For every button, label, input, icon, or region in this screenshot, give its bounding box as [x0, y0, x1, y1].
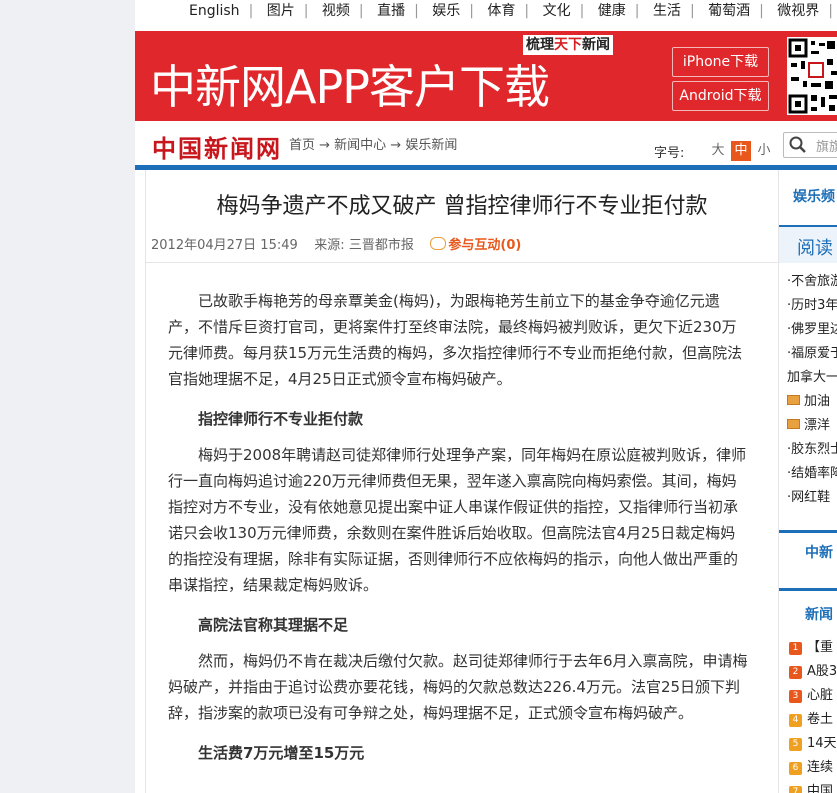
comment-icon: [430, 237, 447, 250]
list-item[interactable]: ·历时3年: [787, 294, 837, 318]
nav-culture[interactable]: 文化: [534, 0, 580, 20]
nav-life[interactable]: 生活: [644, 0, 690, 20]
list-item[interactable]: ·结婚率降: [787, 462, 837, 486]
right-sidebar: 娱乐频 阅读 ·不舍旅游 ·历时3年 ·佛罗里达 ·福原爱于 加拿大一 加油 漂…: [779, 170, 837, 793]
block-title-3[interactable]: 新闻: [805, 604, 833, 624]
article-date: 2012年04月27日 15:49: [151, 238, 298, 253]
header-row: 中国新闻网 首页 → 新闻中心 → 娱乐新闻 字号: 大 中 小 旗旗: [135, 121, 837, 165]
iphone-download-button[interactable]: iPhone下载: [672, 47, 769, 77]
reading-title: 阅读: [797, 238, 833, 259]
ranked-item[interactable]: 6 连续: [789, 756, 837, 780]
reading-block-header: 阅读: [779, 225, 837, 263]
rank-badge: 2: [789, 666, 802, 679]
article-title: 梅妈争遗产不成又破产 曾指控律师行不专业拒付款: [216, 194, 708, 219]
nav-english[interactable]: English: [180, 3, 249, 19]
article-meta: 2012年04月27日 15:49 来源: 三晋都市报 参与互动(0): [151, 234, 521, 253]
news-ranking: 1 【重 2 A股3 3 心脏 4 卷土 5 14天 6 连续 7 中国: [779, 636, 837, 793]
section-heading: 指控律师行不专业拒付款: [198, 410, 364, 428]
article-body: 已故歌手梅艳芳的母亲覃美金(梅妈)，为跟梅艳芳生前立下的基金争夺逾亿元遗产，不惜…: [168, 288, 748, 776]
nav-entertainment[interactable]: 娱乐: [423, 0, 469, 20]
list-item[interactable]: 加油: [787, 390, 837, 414]
ranked-item[interactable]: 1 【重: [789, 636, 837, 660]
font-size-label: 字号:: [654, 146, 685, 161]
rank-badge: 3: [789, 690, 802, 703]
left-margin: [0, 0, 135, 793]
article-column: 梅妈争遗产不成又破产 曾指控律师行不专业拒付款 2012年04月27日 15:4…: [145, 170, 779, 793]
mail-icon: [787, 395, 800, 405]
search-input[interactable]: 旗旗: [783, 132, 837, 158]
banner-slogan: 梳理天下新闻: [523, 35, 613, 55]
list-item[interactable]: ·网红鞋: [787, 486, 837, 510]
nav-sports[interactable]: 体育: [478, 0, 524, 20]
ranked-item[interactable]: 3 心脏: [789, 684, 837, 708]
article-source[interactable]: 三晋都市报: [349, 238, 414, 253]
search-icon[interactable]: [788, 135, 808, 155]
top-navigation: English | 图片 | 视频 | 直播 | 娱乐 | 体育 | 文化 | 健康 | 生活 |…: [180, 0, 837, 20]
breadcrumb[interactable]: 首页 → 新闻中心 → 娱乐新闻: [289, 134, 457, 153]
list-item[interactable]: ·胶东烈士: [787, 438, 837, 462]
qr-code-icon: [787, 37, 837, 115]
sidebar-divider: [779, 588, 837, 591]
paragraph: 然而，梅妈仍不肯在裁决后缴付欠款。赵司徒郑律师行于去年6月入禀高院，申请梅妈破产…: [168, 652, 748, 722]
channel-title[interactable]: 娱乐频: [793, 186, 835, 206]
section-heading: 生活费7万元增至15万元: [198, 744, 365, 762]
ranked-item[interactable]: 4 卷土: [789, 708, 837, 732]
list-item[interactable]: 加拿大一: [787, 366, 837, 390]
paragraph: 已故歌手梅艳芳的母亲覃美金(梅妈)，为跟梅艳芳生前立下的基金争夺逾亿元遗产，不惜…: [168, 292, 743, 388]
rank-badge: 7: [789, 786, 802, 793]
android-download-button[interactable]: Android下载: [672, 81, 769, 111]
nav-live[interactable]: 直播: [368, 0, 414, 20]
list-item[interactable]: ·不舍旅游: [787, 270, 837, 294]
nav-health[interactable]: 健康: [589, 0, 635, 20]
ranked-item[interactable]: 7 中国: [789, 780, 837, 793]
rank-badge: 6: [789, 762, 802, 775]
font-size-medium[interactable]: 中: [731, 141, 751, 161]
nav-microview[interactable]: 微视界: [768, 0, 828, 20]
font-size-large[interactable]: 大: [708, 141, 728, 161]
nav-wine[interactable]: 葡萄酒: [699, 0, 759, 20]
nav-video[interactable]: 视频: [313, 0, 359, 20]
list-item[interactable]: ·佛罗里达: [787, 318, 837, 342]
page-container: English | 图片 | 视频 | 直播 | 娱乐 | 体育 | 文化 | 健康 | 生活 |…: [135, 0, 837, 793]
rank-badge: 5: [789, 738, 802, 751]
source-label: 来源:: [314, 238, 345, 253]
meta-divider: [146, 262, 778, 263]
ranked-item[interactable]: 2 A股3: [789, 660, 837, 684]
font-size-small[interactable]: 小: [754, 141, 774, 161]
ranked-item[interactable]: 5 14天: [789, 732, 837, 756]
mail-icon: [787, 419, 800, 429]
reading-list: ·不舍旅游 ·历时3年 ·佛罗里达 ·福原爱于 加拿大一 加油 漂洋 ·胶东烈士…: [787, 270, 837, 510]
rank-badge: 4: [789, 714, 802, 727]
section-heading: 高院法官称其理据不足: [198, 616, 349, 634]
paragraph: 梅妈于2008年聘请赵司徒郑律师行处理争产案，同年梅妈在原讼庭被判败诉，律师行一…: [168, 446, 747, 594]
interact-link[interactable]: 参与互动(0): [448, 238, 521, 253]
rank-badge: 1: [789, 642, 802, 655]
search-placeholder: 旗旗: [816, 140, 837, 155]
sidebar-divider: [779, 530, 837, 533]
site-logo[interactable]: 中国新闻网: [152, 129, 282, 164]
block-title-2[interactable]: 中新: [805, 542, 833, 562]
nav-pictures[interactable]: 图片: [258, 0, 304, 20]
app-download-banner[interactable]: 中新网APP客户下载 梳理天下新闻 iPhone下载 Android下载: [135, 31, 837, 121]
list-item[interactable]: ·福原爱于: [787, 342, 837, 366]
banner-title: 中新网APP客户下载: [150, 60, 550, 114]
list-item[interactable]: 漂洋: [787, 414, 837, 438]
